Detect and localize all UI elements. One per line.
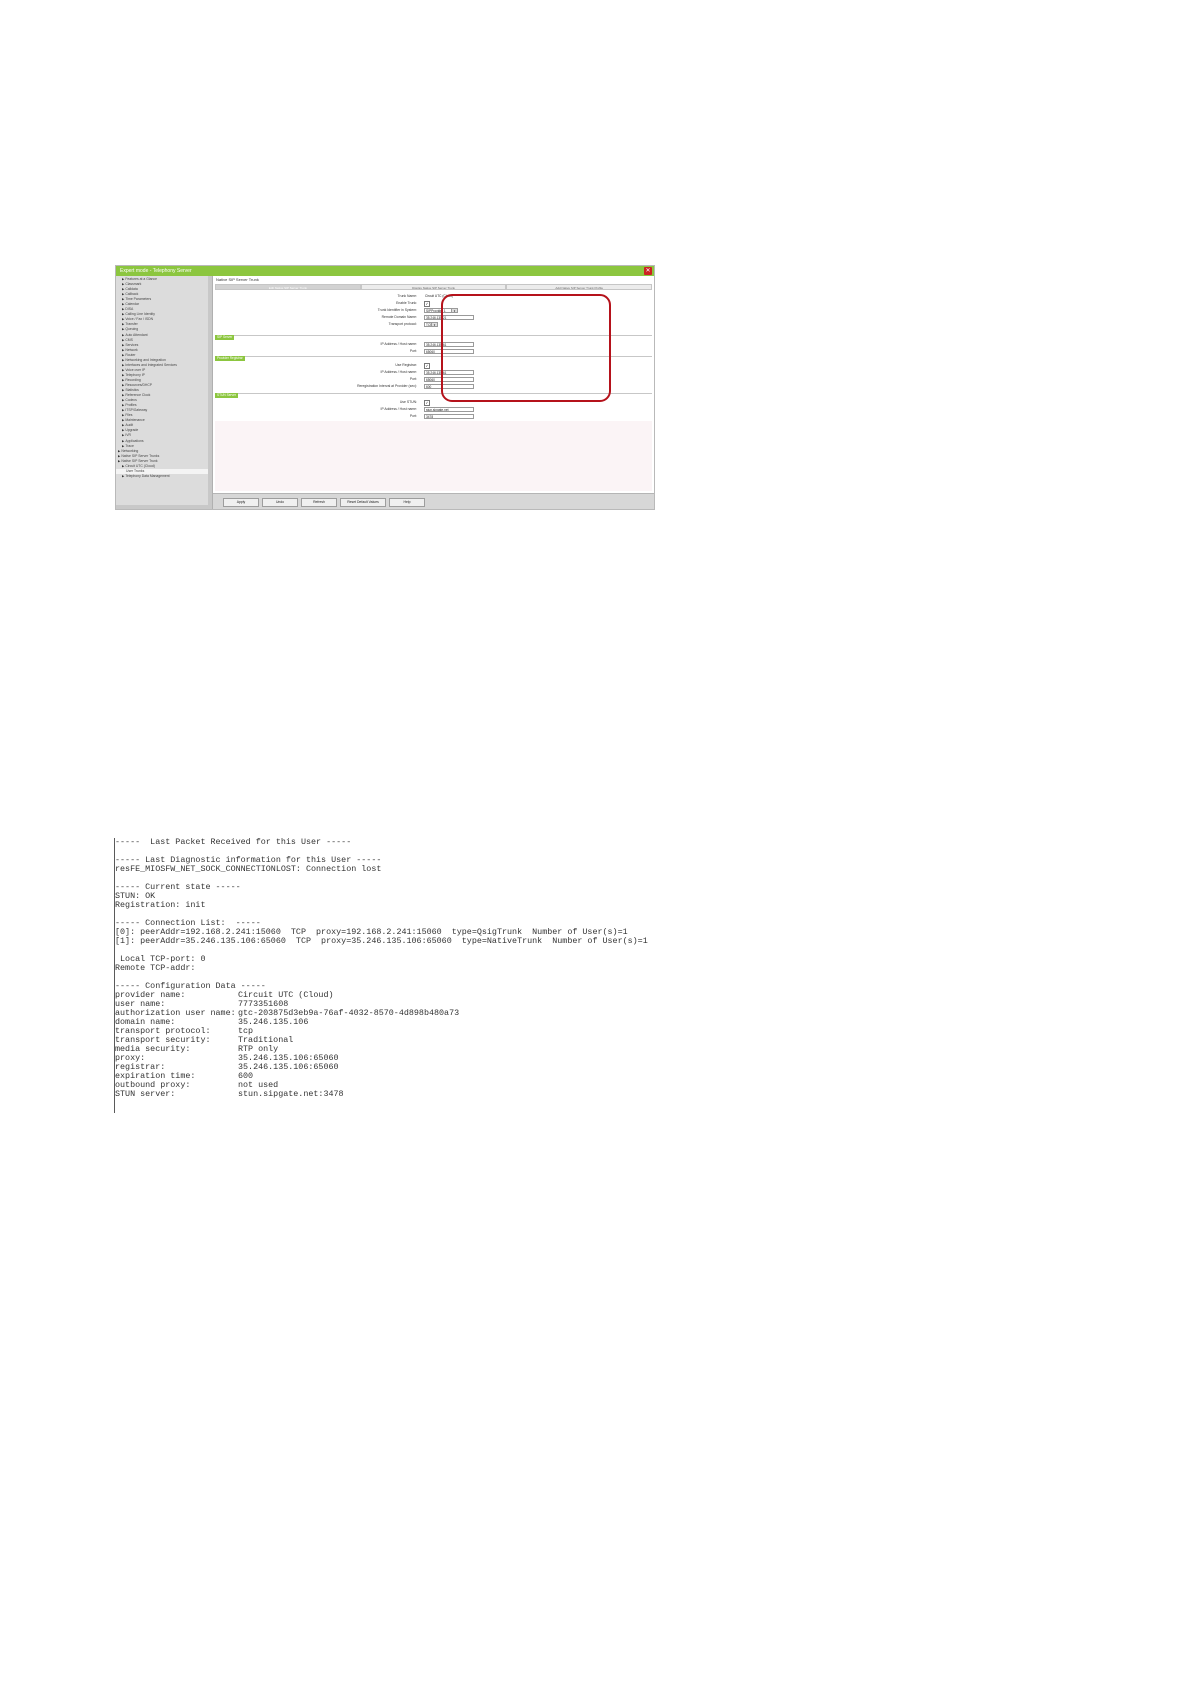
config-value: stun.sipgate.net:3478 — [238, 1089, 344, 1099]
sidebar-item-label: Networking — [121, 448, 139, 453]
stun-ip-label: IP Address / Host name: — [380, 407, 418, 411]
tab-edit-trunk[interactable]: Edit Native SIP Server Trunk — [215, 284, 361, 290]
refresh-button[interactable]: Refresh — [301, 498, 337, 507]
reg-port-label: Port: — [409, 377, 417, 381]
main-panel: Native SIP Server Trunk Edit Native SIP … — [213, 276, 654, 509]
sidebar-item-label: ITSP/Gateway — [125, 408, 148, 413]
sidebar-item-label: Voice over IP — [125, 367, 146, 372]
sidebar-item-label: Auto Attendant — [125, 332, 148, 337]
transport-select[interactable]: TCP ▾ — [424, 321, 438, 327]
sidebar-item-label: Calendar — [125, 302, 140, 307]
sidebar-item-label: Native SIP Server Trunks — [121, 453, 160, 458]
help-button[interactable]: Help — [389, 498, 425, 507]
tab-add-trunk-profile[interactable]: Add Native SIP Server Trunk Profile — [506, 284, 653, 290]
sidebar-item-label: Applications — [125, 438, 144, 443]
navigation-tree: ▶ Features at a Glance ▶ Classmark ▶ Calldata… — [116, 276, 213, 509]
sidebar-item-label: Network — [125, 347, 138, 352]
page-title: Native SIP Server Trunk — [216, 277, 259, 282]
sidebar-item-label: Telephony IP — [125, 372, 145, 377]
apply-button[interactable]: Apply — [223, 498, 259, 507]
tab-bar: Edit Native SIP Server Trunk Display Nat… — [215, 284, 653, 290]
stun-heading: STUN Server — [215, 393, 238, 398]
sidebar-item-label: Interfaces and Integrated Services — [125, 362, 177, 367]
sidebar-item-label: IVR — [125, 433, 131, 438]
chevron-right-icon: ▶ — [118, 458, 121, 463]
sidebar-item-label: Maintenance — [125, 418, 145, 423]
sidebar-item-label: Calling Line Identity — [125, 312, 155, 317]
navigation-list: ▶ Features at a Glance ▶ Classmark ▶ Calldata… — [116, 276, 212, 479]
reg-interval-label: Reregistration Interval at Provider (sec… — [357, 384, 417, 388]
sidebar-item[interactable]: ▶Telephony Data Management — [116, 474, 212, 479]
sidebar-item-label: User Trunks — [126, 468, 145, 473]
tab-display-trunk[interactable]: Display Native SIP Server Trunk — [360, 284, 507, 290]
sidebar-item-label: Recording — [125, 377, 141, 382]
sidebar-item-label: Native SIP Server Trunk — [121, 458, 158, 463]
sidebar-item-label: Statistics — [125, 388, 139, 393]
sidebar-item-label: Circuit UTC (Cloud) — [125, 463, 155, 468]
sip-server-heading: SIP Server — [215, 335, 235, 340]
window-title: Expert mode - Telephony Server — [120, 268, 192, 274]
sidebar-item-label: Transfer — [125, 322, 138, 327]
sidebar-vertical-scrollbar[interactable] — [208, 276, 212, 509]
sidebar-item-label: Profiles — [125, 403, 137, 408]
reg-ip-label: IP Address / Host name: — [380, 370, 418, 374]
trunk-identifier-label: Trunk Identifier in System: — [377, 308, 417, 312]
trunk-name-label: Trunk Name: — [397, 294, 417, 298]
sidebar-item-label: Classmark — [125, 282, 142, 287]
sidebar-item-label: Codecs — [125, 398, 137, 403]
sidebar-item-label: Features at a Glance — [125, 277, 157, 281]
config-value: 35.246.135.106:65060 — [238, 1062, 339, 1072]
stun-ip-row: IP Address / Host name: stun.sipgate.net — [215, 406, 652, 412]
sidebar-item-label: CMS — [125, 337, 133, 342]
admin-ui-screenshot: Expert mode - Telephony Server ✕ ▶ Featur… — [115, 265, 655, 510]
chevron-right-icon: ▶ — [122, 463, 125, 468]
sidebar-item-label: Audit — [125, 423, 134, 428]
sidebar-item-label: Trace — [125, 443, 134, 448]
sip-ip-label: IP Address / Host name: — [380, 342, 418, 346]
log-line: Remote TCP-addr: — [115, 963, 196, 973]
empty-form-area — [215, 421, 652, 491]
reset-default-values-button[interactable]: Reset Default Values — [340, 498, 386, 507]
sidebar-item-label: Queuing — [125, 327, 139, 332]
button-bar: Apply Undo Refresh Reset Default Values … — [213, 493, 654, 509]
red-highlight-outline — [441, 294, 611, 402]
use-registrar-label: Use Registrar: — [395, 363, 417, 367]
log-line: [1]: peerAddr=35.246.135.106:65060 TCP p… — [115, 936, 648, 946]
chevron-down-icon: ▾ — [431, 322, 437, 326]
sidebar-item-label: Resources/DHCP — [125, 382, 153, 387]
enable-trunk-label: Enable Trunk: — [396, 301, 417, 305]
sidebar-item-label: Networking and Integration — [125, 357, 166, 362]
chevron-right-icon: ▶ — [122, 473, 125, 478]
log-line: ----- Last Packet Received for this User… — [115, 838, 352, 847]
use-stun-label: Use STUN: — [399, 400, 417, 404]
stun-port-input[interactable]: 3478 — [424, 413, 474, 419]
sidebar-item-label: DISA — [125, 307, 134, 312]
sidebar-item-label: Upgrade — [125, 428, 139, 433]
log-line: resFE_MIOSFW_NET_SOCK_CONNECTIONLOST: Co… — [115, 864, 382, 874]
sidebar-horizontal-scrollbar[interactable] — [116, 505, 208, 509]
log-line: Registration: init — [115, 900, 206, 910]
diagnostic-log-screenshot: ----- Last Packet Received for this User… — [114, 838, 675, 1113]
sidebar-item-label: Router — [125, 352, 136, 357]
sidebar-item-label: Files — [125, 413, 133, 418]
stun-ip-input[interactable]: stun.sipgate.net — [424, 406, 474, 412]
sidebar-item-label: Services — [125, 342, 139, 347]
stun-port-row: Port: 3478 — [215, 413, 652, 419]
close-icon[interactable]: ✕ — [644, 267, 652, 275]
sip-port-label: Port: — [409, 349, 417, 353]
sidebar-item-label: Calldata — [125, 287, 138, 292]
window-titlebar: Expert mode - Telephony Server ✕ — [116, 266, 654, 276]
sidebar-item-label: Telephony Data Management — [125, 473, 170, 478]
undo-button[interactable]: Undo — [262, 498, 298, 507]
transport-label: Transport protocol: — [388, 322, 417, 326]
sidebar-item-label: Callback — [125, 292, 139, 297]
config-key: STUN server: — [115, 1089, 176, 1099]
registrar-heading: Provider Registrar — [215, 356, 245, 361]
config-line: STUN server: stun.sipgate.net:3478 — [115, 1090, 344, 1099]
sidebar-item-label: Voice / Fax / ISDN — [125, 317, 154, 322]
sidebar-item-label: Time Parameters — [125, 297, 152, 302]
stun-port-label: Port: — [409, 414, 417, 418]
remote-domain-label: Remote Domain Name: — [381, 315, 417, 319]
sidebar-item-label: Reference Clock — [125, 393, 151, 398]
